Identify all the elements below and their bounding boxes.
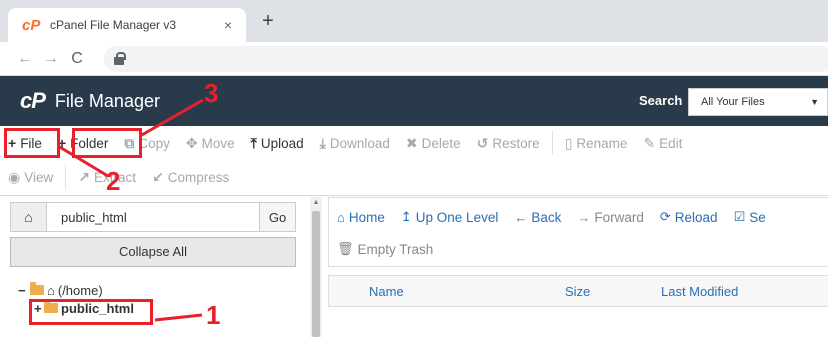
forward-label: Forward <box>594 209 644 225</box>
annotation-box-folder <box>72 128 142 158</box>
empty-trash-button[interactable]: 🗑 Empty Trash <box>329 241 441 257</box>
upload-button[interactable]: ⤒ Upload <box>243 130 312 156</box>
up-one-level-label: Up One Level <box>415 209 499 225</box>
scroll-up-icon[interactable]: ▲ <box>310 197 322 209</box>
home-icon: ⌂ <box>337 209 345 225</box>
extract-icon: ↗ <box>78 168 90 185</box>
back-label: Back <box>531 209 562 225</box>
path-navigator: ⌂ Go <box>10 202 296 232</box>
close-icon[interactable]: × <box>216 17 240 33</box>
cpanel-logo[interactable]: cP <box>20 88 46 114</box>
page-title: File Manager <box>54 90 160 111</box>
restore-icon: ↺ <box>476 134 489 151</box>
column-name-header[interactable]: Name <box>369 284 404 299</box>
annotation-number-3: 3 <box>204 78 219 108</box>
action-row-1: ⌂ Home ↥ Up One Level ← Back → Forward ⟳ Relo… <box>329 201 774 233</box>
omnibox[interactable] <box>104 46 828 72</box>
delete-button[interactable]: ✖ Delete <box>398 130 469 156</box>
select-all-label: Se <box>749 209 766 225</box>
annotation-number-2: 2 <box>106 166 121 196</box>
arrow-left-icon: ← <box>514 209 528 225</box>
scroll-thumb[interactable] <box>312 211 320 337</box>
go-button[interactable]: Go <box>259 203 295 231</box>
view-button[interactable]: ◉ View <box>0 164 61 190</box>
search-label: Search <box>639 93 683 108</box>
back-arrow-icon[interactable]: ← <box>12 50 38 68</box>
eye-icon: ◉ <box>8 168 21 185</box>
reload-label: Reload <box>674 209 718 225</box>
new-tab-button[interactable]: + <box>256 10 280 34</box>
annotation-number-1: 1 <box>206 300 221 330</box>
reload-icon[interactable]: C <box>64 50 90 68</box>
home-icon: ⌂ <box>47 282 55 298</box>
browser-address-bar: ← → C <box>0 42 828 76</box>
toolbar-divider <box>65 165 67 189</box>
browser-tabstrip: cP cPanel File Manager v3 × + <box>0 0 828 42</box>
download-button[interactable]: ⤓ Download <box>312 130 398 156</box>
rename-button[interactable]: ▯ Rename <box>557 130 636 156</box>
tree-item-label: (/home) <box>57 282 103 298</box>
action-row-2: 🗑 Empty Trash <box>329 233 441 265</box>
download-icon: ⤓ <box>319 134 326 151</box>
empty-trash-label: Empty Trash <box>357 241 434 257</box>
reload-icon: ⟳ <box>659 209 671 224</box>
annotation-box-file <box>4 128 60 158</box>
compress-icon: ↙ <box>152 168 164 185</box>
column-last-modified-header[interactable]: Last Modified <box>661 284 738 299</box>
select-all-button[interactable]: ☑ Se <box>726 209 774 225</box>
copy-label: Copy <box>138 135 170 151</box>
delete-label: Delete <box>421 135 461 151</box>
upload-label: Upload <box>260 135 304 151</box>
view-label: View <box>24 169 54 185</box>
file-list-panel: ⌂ Home ↥ Up One Level ← Back → Forward ⟳ Relo… <box>328 197 828 337</box>
edit-label: Edit <box>659 135 683 151</box>
up-one-level-button[interactable]: ↥ Up One Level <box>393 209 506 225</box>
checkbox-icon: ☑ <box>733 209 746 224</box>
home-label: Home <box>348 209 385 225</box>
download-label: Download <box>329 135 390 151</box>
back-button[interactable]: ← Back <box>506 210 569 225</box>
move-icon: ✥ <box>185 134 198 151</box>
upload-icon: ⤒ <box>250 134 257 151</box>
compress-button[interactable]: ↙ Compress <box>144 164 237 190</box>
collapse-all-button[interactable]: Collapse All <box>10 237 296 267</box>
delete-icon: ✖ <box>405 134 418 151</box>
reload-button[interactable]: ⟳ Reload <box>652 209 726 225</box>
level-up-icon: ↥ <box>400 209 412 224</box>
forward-button[interactable]: → Forward <box>569 210 652 225</box>
search-scope-value: All Your Files <box>701 96 765 108</box>
arrow-right-icon: → <box>577 209 591 225</box>
tab-title: cPanel File Manager v3 <box>50 18 177 32</box>
cpanel-logo-icon: cP <box>22 16 41 34</box>
trash-icon: 🗑 <box>337 241 354 256</box>
navigation-action-bar: ⌂ Home ↥ Up One Level ← Back → Forward ⟳ Relo… <box>328 197 828 267</box>
collapse-toggle[interactable]: − <box>18 283 30 298</box>
tree-item-home[interactable]: − ⌂ (/home) <box>18 281 308 299</box>
file-list-header: Name Size Last Modified <box>328 275 828 307</box>
cpanel-header: cP File Manager Search All Your Files ▼ <box>0 76 828 126</box>
forward-arrow-icon[interactable]: → <box>38 50 64 68</box>
compress-label: Compress <box>167 169 230 185</box>
pencil-icon: ✎ <box>643 134 656 151</box>
home-icon[interactable]: ⌂ <box>11 203 47 231</box>
restore-button[interactable]: ↺ Restore <box>469 130 548 156</box>
tree-scrollbar[interactable]: ▲ <box>310 197 322 337</box>
folder-open-icon <box>30 282 44 295</box>
restore-label: Restore <box>492 135 540 151</box>
rename-label: Rename <box>576 135 628 151</box>
search-scope-select[interactable]: All Your Files ▼ <box>688 88 828 116</box>
toolbar-divider <box>551 131 553 155</box>
edit-button[interactable]: ✎ Edit <box>635 130 690 156</box>
browser-tab[interactable]: cP cPanel File Manager v3 × <box>8 8 246 42</box>
rename-icon: ▯ <box>564 134 573 151</box>
move-label: Move <box>201 135 235 151</box>
move-button[interactable]: ✥ Move <box>178 130 243 156</box>
annotation-box-public-html <box>29 299 153 325</box>
path-input[interactable] <box>47 203 259 231</box>
lock-icon[interactable] <box>114 52 126 65</box>
column-size-header[interactable]: Size <box>565 284 590 299</box>
caret-down-icon: ▼ <box>810 97 819 107</box>
home-button[interactable]: ⌂ Home <box>329 210 393 225</box>
